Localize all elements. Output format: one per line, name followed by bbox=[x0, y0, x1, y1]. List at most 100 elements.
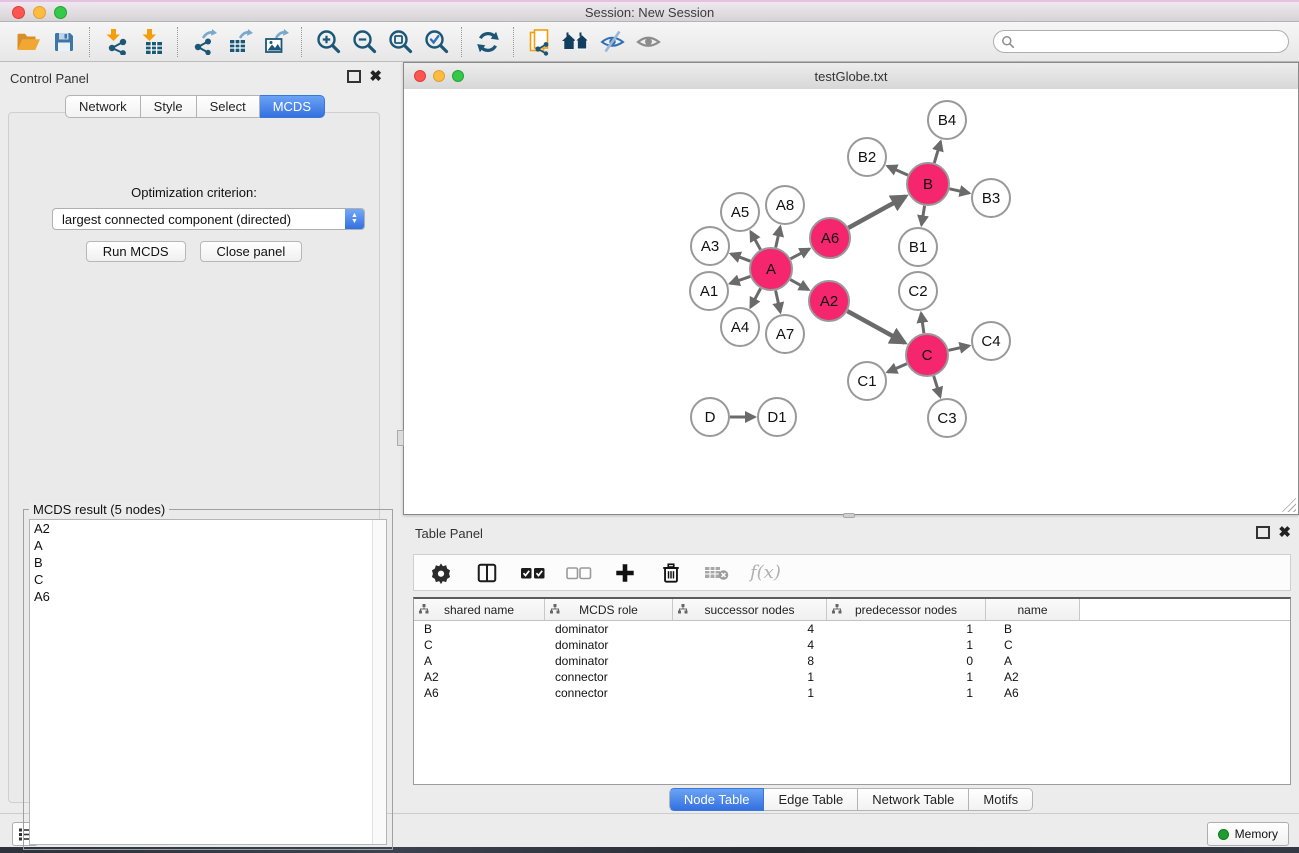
graph-edge-A2-C[interactable] bbox=[847, 311, 904, 343]
graph-node-C[interactable]: C bbox=[906, 334, 948, 376]
graph-edge-B-B4[interactable] bbox=[934, 142, 940, 163]
graph-node-A1[interactable]: A1 bbox=[690, 272, 728, 310]
node-table[interactable]: shared nameMCDS rolesuccessor nodesprede… bbox=[413, 597, 1291, 785]
zoom-selected-icon[interactable] bbox=[418, 25, 454, 59]
import-table-icon[interactable] bbox=[134, 25, 170, 59]
table-settings-icon[interactable] bbox=[428, 560, 454, 586]
graph-node-B3[interactable]: B3 bbox=[972, 179, 1010, 217]
search-box[interactable] bbox=[993, 30, 1289, 53]
export-image-icon[interactable] bbox=[258, 25, 294, 59]
tab-network[interactable]: Network bbox=[65, 95, 141, 118]
graph-edge-A-A4[interactable] bbox=[751, 288, 761, 307]
graph-edge-B-B1[interactable] bbox=[922, 206, 925, 225]
add-column-icon[interactable] bbox=[612, 560, 638, 586]
graph-node-A5[interactable]: A5 bbox=[721, 193, 759, 231]
graph-node-D[interactable]: D bbox=[691, 398, 729, 436]
float-panel-icon[interactable] bbox=[347, 70, 361, 83]
split-columns-icon[interactable] bbox=[474, 560, 500, 586]
search-input[interactable] bbox=[1020, 33, 1288, 50]
mcds-result-item[interactable]: A6 bbox=[30, 588, 386, 605]
open-file-icon[interactable] bbox=[10, 25, 46, 59]
float-table-panel-icon[interactable] bbox=[1256, 526, 1270, 539]
table-row[interactable]: Bdominator41B bbox=[414, 621, 1290, 637]
export-table-icon[interactable] bbox=[222, 25, 258, 59]
deselect-all-checkboxes-icon[interactable] bbox=[566, 560, 592, 586]
tab-style[interactable]: Style bbox=[141, 95, 197, 118]
refresh-icon[interactable] bbox=[470, 25, 506, 59]
graph-node-A7[interactable]: A7 bbox=[766, 315, 804, 353]
graph-node-A4[interactable]: A4 bbox=[721, 308, 759, 346]
graph-node-B4[interactable]: B4 bbox=[928, 101, 966, 139]
graph-edge-C-C4[interactable] bbox=[949, 346, 970, 351]
column-header-MCDS-role[interactable]: MCDS role bbox=[545, 599, 673, 620]
column-header-predecessor-nodes[interactable]: predecessor nodes bbox=[827, 599, 986, 620]
graph-edge-B-B2[interactable] bbox=[888, 166, 908, 175]
network-window-titlebar[interactable]: testGlobe.txt bbox=[404, 63, 1298, 90]
graph-node-A6[interactable]: A6 bbox=[810, 218, 850, 258]
graph-edge-A-A7[interactable] bbox=[776, 291, 781, 313]
graph-edge-A6-B[interactable] bbox=[848, 196, 905, 228]
splitter-handle[interactable] bbox=[397, 430, 404, 446]
home-icon[interactable] bbox=[558, 25, 594, 59]
graph-node-C4[interactable]: C4 bbox=[972, 322, 1010, 360]
graph-edge-A-A2[interactable] bbox=[790, 280, 808, 290]
table-row[interactable]: A6connector11A6 bbox=[414, 685, 1290, 701]
table-row[interactable]: A2connector11A2 bbox=[414, 669, 1290, 685]
export-network-icon[interactable] bbox=[186, 25, 222, 59]
zoom-fit-icon[interactable] bbox=[382, 25, 418, 59]
mcds-result-item[interactable]: A bbox=[30, 537, 386, 554]
graph-node-A8[interactable]: A8 bbox=[766, 186, 804, 224]
table-row[interactable]: Cdominator41C bbox=[414, 637, 1290, 653]
graph-node-C2[interactable]: C2 bbox=[899, 272, 937, 310]
select-all-checkboxes-icon[interactable] bbox=[520, 560, 546, 586]
graph-node-C1[interactable]: C1 bbox=[848, 362, 886, 400]
optimization-criterion-select[interactable]: largest connected component (directed) ▲… bbox=[52, 208, 365, 230]
graph-edge-A-A5[interactable] bbox=[751, 232, 761, 250]
function-builder-icon[interactable]: f(x) bbox=[750, 562, 781, 583]
zoom-in-icon[interactable] bbox=[310, 25, 346, 59]
mcds-result-item[interactable]: B bbox=[30, 554, 386, 571]
graph-node-C3[interactable]: C3 bbox=[928, 399, 966, 437]
save-session-icon[interactable] bbox=[46, 25, 82, 59]
close-panel-button[interactable]: Close panel bbox=[200, 241, 303, 262]
tab-select[interactable]: Select bbox=[197, 95, 260, 118]
scrollbar-track[interactable] bbox=[372, 520, 386, 844]
graph-edge-C-C3[interactable] bbox=[934, 376, 941, 397]
close-table-panel-icon[interactable]: ✖ bbox=[1278, 527, 1291, 539]
graph-node-A[interactable]: A bbox=[750, 248, 792, 290]
table-tab-motifs[interactable]: Motifs bbox=[969, 788, 1033, 811]
graph-node-B1[interactable]: B1 bbox=[899, 228, 937, 266]
hide-graphics-icon[interactable] bbox=[594, 25, 630, 59]
close-panel-icon[interactable]: ✖ bbox=[369, 71, 382, 83]
table-row[interactable]: Adominator80A bbox=[414, 653, 1290, 669]
graph-edge-B-B3[interactable] bbox=[950, 189, 970, 193]
mcds-result-list[interactable]: A2ABCA6 bbox=[29, 519, 387, 845]
graph-edge-A-A8[interactable] bbox=[776, 227, 781, 248]
graph-node-A2[interactable]: A2 bbox=[809, 281, 849, 321]
import-network-icon[interactable] bbox=[98, 25, 134, 59]
zoom-out-icon[interactable] bbox=[346, 25, 382, 59]
memory-button[interactable]: Memory bbox=[1207, 822, 1289, 846]
column-header-shared-name[interactable]: shared name bbox=[414, 599, 545, 620]
table-tab-node-table[interactable]: Node Table bbox=[669, 788, 765, 811]
graph-node-B[interactable]: B bbox=[907, 163, 949, 205]
column-header-name[interactable]: name bbox=[986, 599, 1080, 620]
run-mcds-button[interactable]: Run MCDS bbox=[86, 241, 186, 262]
graph-edge-A-A3[interactable] bbox=[731, 254, 750, 261]
network-canvas[interactable]: B4 B2 B B3 A5A8A6 A3 B1 A A1 C2 A2 A4A7 C C4 C1 C3 D D1 bbox=[404, 89, 1298, 514]
graph-node-A3[interactable]: A3 bbox=[691, 227, 729, 265]
mcds-result-item[interactable]: A2 bbox=[30, 520, 386, 537]
create-network-icon[interactable] bbox=[522, 25, 558, 59]
graph-edge-A-A6[interactable] bbox=[791, 249, 810, 259]
table-tab-network-table[interactable]: Network Table bbox=[858, 788, 969, 811]
graph-edge-C-C1[interactable] bbox=[888, 364, 907, 372]
mcds-result-item[interactable]: C bbox=[30, 571, 386, 588]
delete-table-icon[interactable] bbox=[704, 560, 730, 586]
table-tab-edge-table[interactable]: Edge Table bbox=[764, 788, 858, 811]
graph-node-B2[interactable]: B2 bbox=[848, 138, 886, 176]
column-header-successor-nodes[interactable]: successor nodes bbox=[673, 599, 827, 620]
graph-node-D1[interactable]: D1 bbox=[758, 398, 796, 436]
delete-column-icon[interactable] bbox=[658, 560, 684, 586]
graph-edge-A-A1[interactable] bbox=[730, 276, 750, 283]
graph-edge-C-C2[interactable] bbox=[921, 313, 924, 333]
